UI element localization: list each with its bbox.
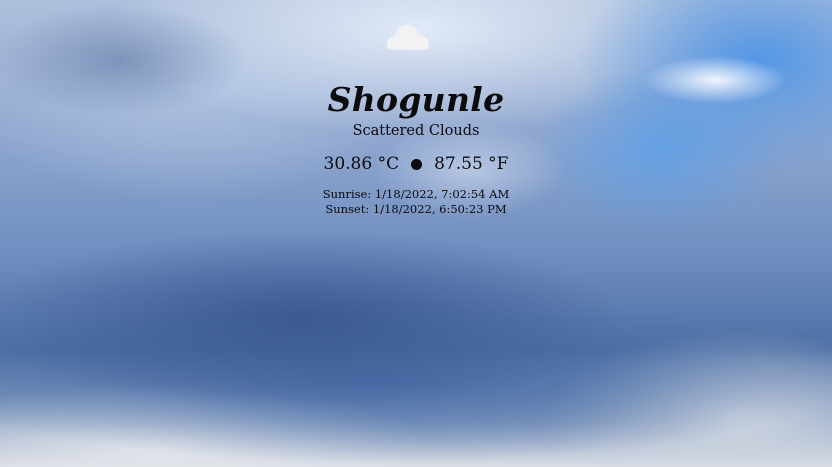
sunset-time: Sunset: 1/18/2022, 6:50:23 PM <box>325 202 507 216</box>
weather-condition: Scattered Clouds <box>352 123 480 139</box>
temperature-fahrenheit: 87.55 °F <box>434 154 509 174</box>
cloud-icon <box>386 25 429 50</box>
temperature-row: 30.86 °C 87.55 °F <box>0 153 832 175</box>
sun-times: Sunrise: 1/18/2022, 7:02:54 AM Sunset: 1… <box>0 187 832 217</box>
sunrise-time: Sunrise: 1/18/2022, 7:02:54 AM <box>322 187 510 201</box>
temperature-celsius: 30.86 °C <box>323 154 400 174</box>
cloudy-sky-background <box>0 0 832 467</box>
city-name: Shogunle <box>327 80 505 119</box>
bullet-separator <box>411 158 423 170</box>
